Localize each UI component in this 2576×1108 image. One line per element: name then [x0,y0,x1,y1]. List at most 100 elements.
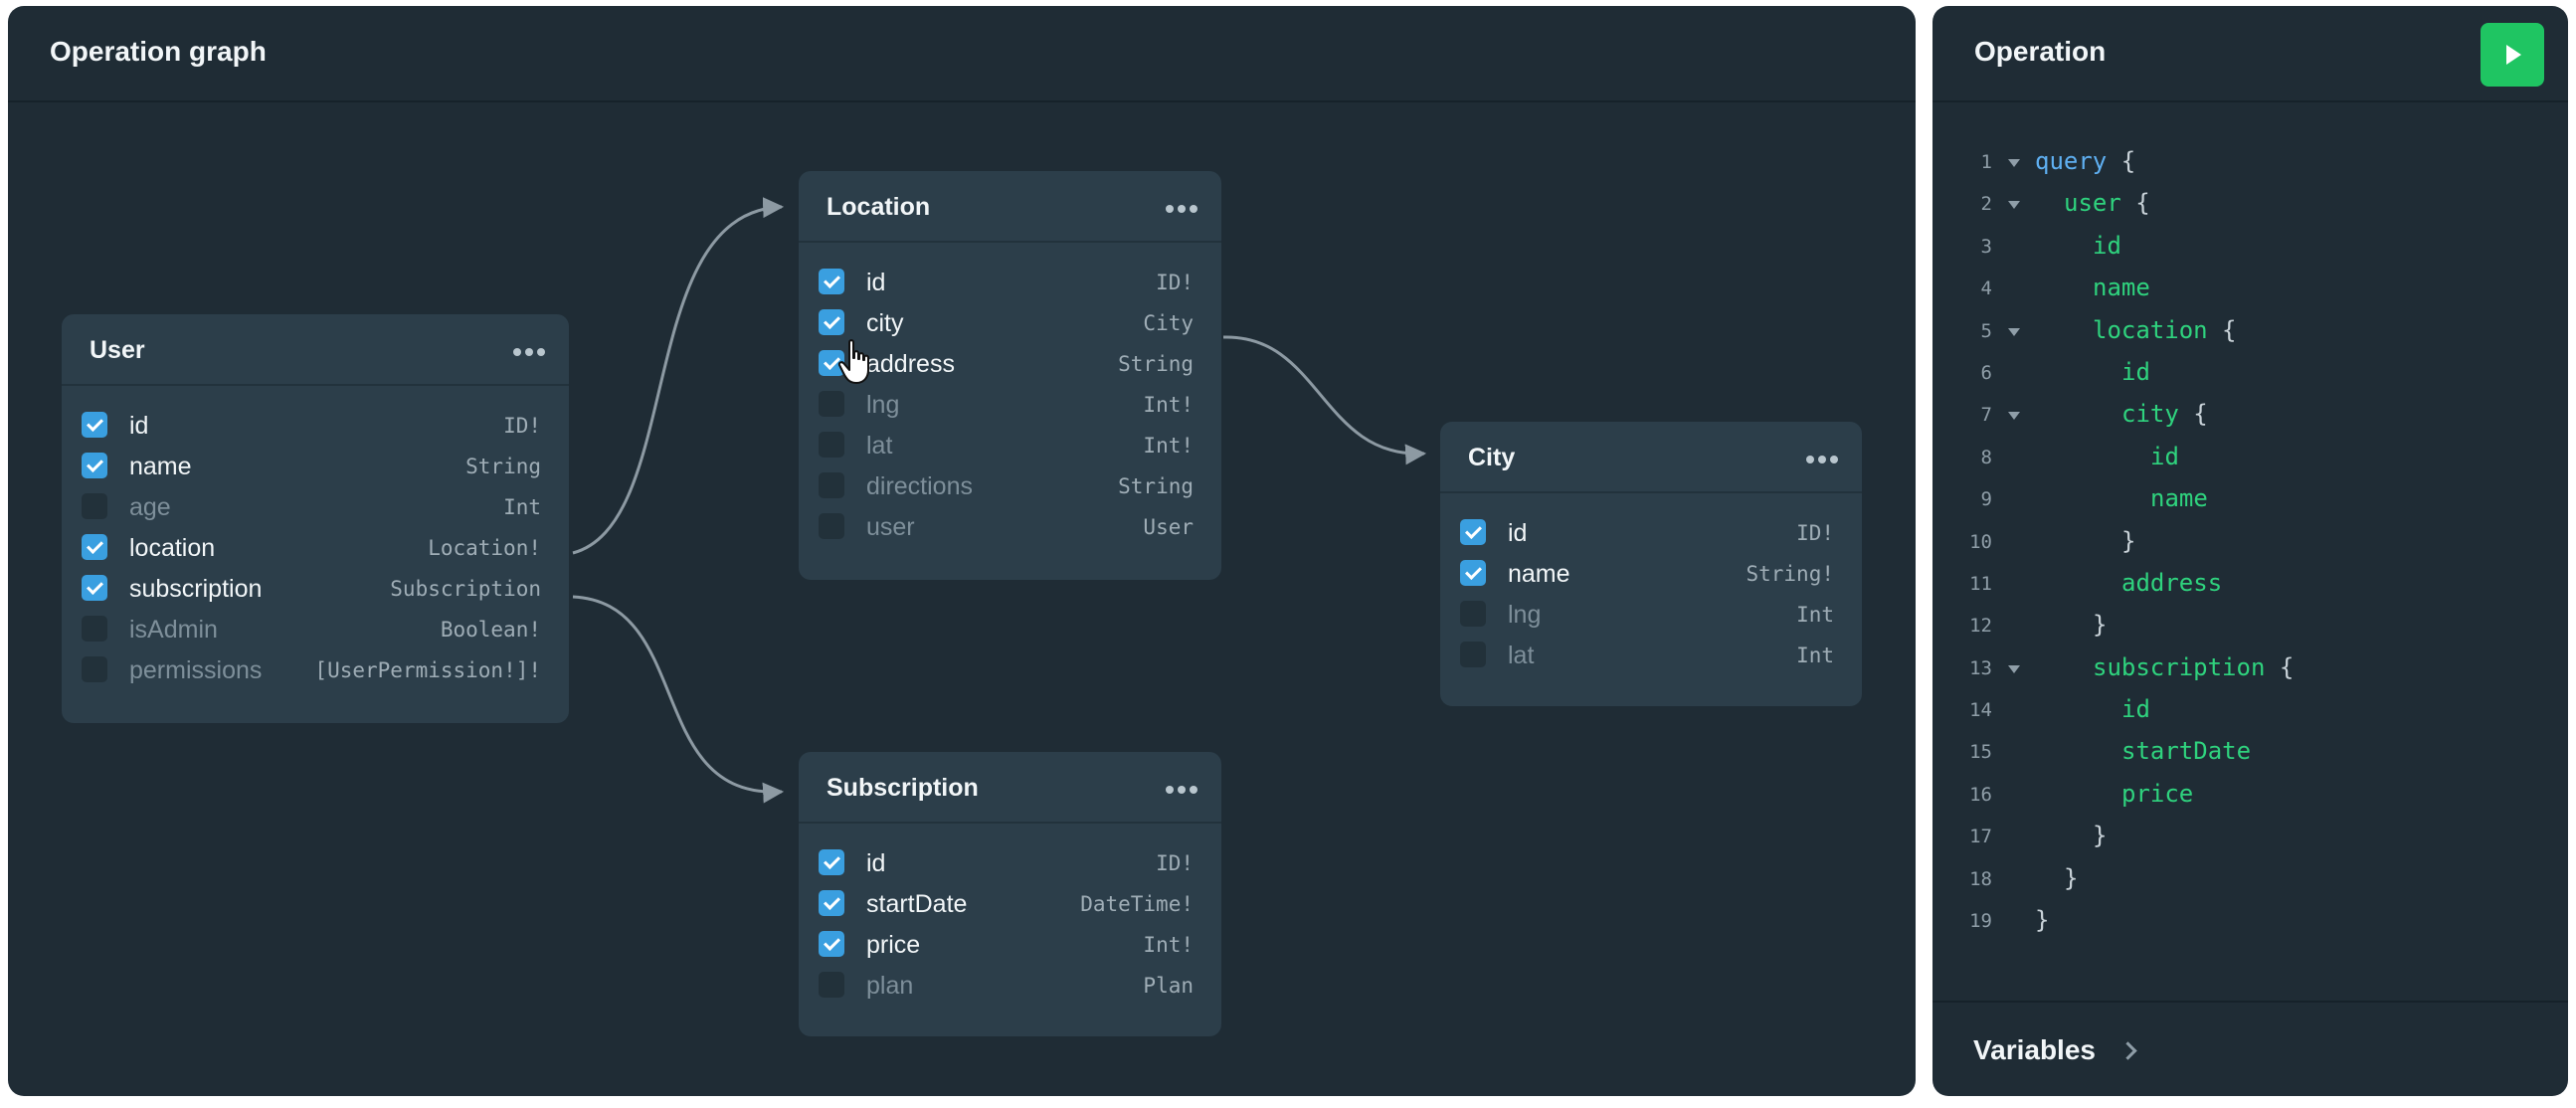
field-row-user[interactable]: user User [799,505,1221,546]
field-checkbox[interactable] [819,890,844,916]
field-row-directions[interactable]: directions String [799,464,1221,505]
code-line: 9 name [1932,480,2568,522]
node-title: City [1468,444,1516,471]
field-type: String [1118,352,1194,376]
field-name: city [866,309,904,337]
field-type: Plan [1143,974,1194,998]
field-row-location[interactable]: location Location! [62,526,569,567]
code-field: user [2064,189,2121,218]
field-row-id[interactable]: id ID! [799,261,1221,301]
field-type: Location! [428,536,541,560]
node-header: Location [799,171,1221,243]
more-horizontal-icon[interactable] [1166,786,1197,794]
field-checkbox[interactable] [82,616,107,642]
node-subscription[interactable]: Subscription id ID! startDate DateTime! pric… [799,752,1221,1036]
operation-panel-header: Operation [1932,6,2568,102]
field-type: Boolean! [440,618,541,642]
code-field: id [2121,695,2150,724]
field-checkbox[interactable] [1460,560,1486,586]
field-row-name[interactable]: name String! [1440,552,1862,593]
field-checkbox[interactable] [819,432,844,458]
field-type: ID! [1796,521,1834,545]
more-horizontal-icon[interactable] [1806,456,1838,463]
field-row-lat[interactable]: lat Int! [799,424,1221,464]
more-horizontal-icon[interactable] [513,348,545,356]
code-field: startDate [2121,737,2252,766]
field-name: lng [1508,601,1542,629]
field-name: address [866,350,955,378]
code-punctuation: } [2121,526,2136,555]
more-horizontal-icon[interactable] [1166,205,1197,213]
line-number: 14 [1969,699,1992,722]
field-checkbox[interactable] [82,453,107,478]
code-line: 15 startDate [1932,733,2568,775]
code-punctuation: } [2093,611,2108,640]
field-type: ID! [1156,851,1194,875]
field-row-lat[interactable]: lat Int [1440,634,1862,674]
field-row-age[interactable]: age Int [62,485,569,526]
operation-panel-title: Operation [1974,36,2107,67]
code-text: } [2121,527,2135,555]
code-text: query { [2035,147,2135,175]
field-checkbox[interactable] [819,309,844,335]
field-checkbox[interactable] [1460,519,1486,545]
field-type: String [465,455,541,478]
field-row-city[interactable]: city City [799,301,1221,342]
fold-caret-icon[interactable] [2008,412,2020,421]
field-row-id[interactable]: id ID! [799,841,1221,882]
field-checkbox[interactable] [1460,601,1486,627]
field-checkbox[interactable] [819,931,844,957]
fold-caret-icon[interactable] [2008,664,2020,673]
field-name: lat [866,432,893,460]
node-user[interactable]: User id ID! name String age Int location Locati… [62,314,569,723]
line-number: 7 [1980,404,1992,427]
field-checkbox[interactable] [819,391,844,417]
field-checkbox[interactable] [82,575,107,601]
field-row-id[interactable]: id ID! [62,404,569,445]
field-type: Int [503,495,541,519]
field-row-startdate[interactable]: startDate DateTime! [799,882,1221,923]
code-line: 18} [1932,860,2568,902]
code-line: 6 id [1932,354,2568,396]
query-editor[interactable]: 1 query {2 user {3 id 4 name 5 location {6 id 7 ci… [1932,143,2568,944]
field-row-subscription[interactable]: subscription Subscription [62,567,569,608]
code-line: 1 query { [1932,143,2568,185]
field-checkbox[interactable] [82,493,107,519]
field-row-permissions[interactable]: permissions [UserPermission!]! [62,648,569,689]
line-number: 4 [1980,277,1992,300]
field-type: Int! [1143,933,1194,957]
field-checkbox[interactable] [1460,642,1486,667]
field-row-isadmin[interactable]: isAdmin Boolean! [62,608,569,648]
field-checkbox[interactable] [819,849,844,875]
field-row-name[interactable]: name String [62,445,569,485]
fold-caret-icon[interactable] [2008,159,2020,167]
line-number: 9 [1980,488,1992,511]
field-row-lng[interactable]: lng Int! [799,383,1221,424]
code-text: } [2035,906,2049,934]
field-list: id ID! city City address String lng Int! lat Int!… [799,261,1221,546]
field-checkbox[interactable] [82,656,107,682]
code-field: id [2150,442,2179,470]
node-city[interactable]: City id ID! name String! lng Int lat Int [1440,422,1862,706]
variables-section[interactable]: Variables [1932,1001,2568,1096]
field-row-price[interactable]: price Int! [799,923,1221,964]
run-button[interactable] [2481,23,2544,87]
field-checkbox[interactable] [819,269,844,294]
field-checkbox[interactable] [82,534,107,560]
field-row-lng[interactable]: lng Int [1440,593,1862,634]
field-type: Int [1796,644,1834,667]
fold-caret-icon[interactable] [2008,201,2020,210]
edge-user-subscription [572,595,785,804]
field-name: name [1508,560,1570,588]
field-row-plan[interactable]: plan Plan [799,964,1221,1005]
field-checkbox[interactable] [819,472,844,498]
fold-caret-icon[interactable] [2008,327,2020,336]
code-text: id [2093,232,2121,260]
field-checkbox[interactable] [819,972,844,998]
field-row-id[interactable]: id ID! [1440,511,1862,552]
field-type: ID! [1156,271,1194,294]
field-checkbox[interactable] [82,412,107,438]
code-line: 16 price [1932,776,2568,818]
field-checkbox[interactable] [819,513,844,539]
code-text: price [2121,780,2193,808]
